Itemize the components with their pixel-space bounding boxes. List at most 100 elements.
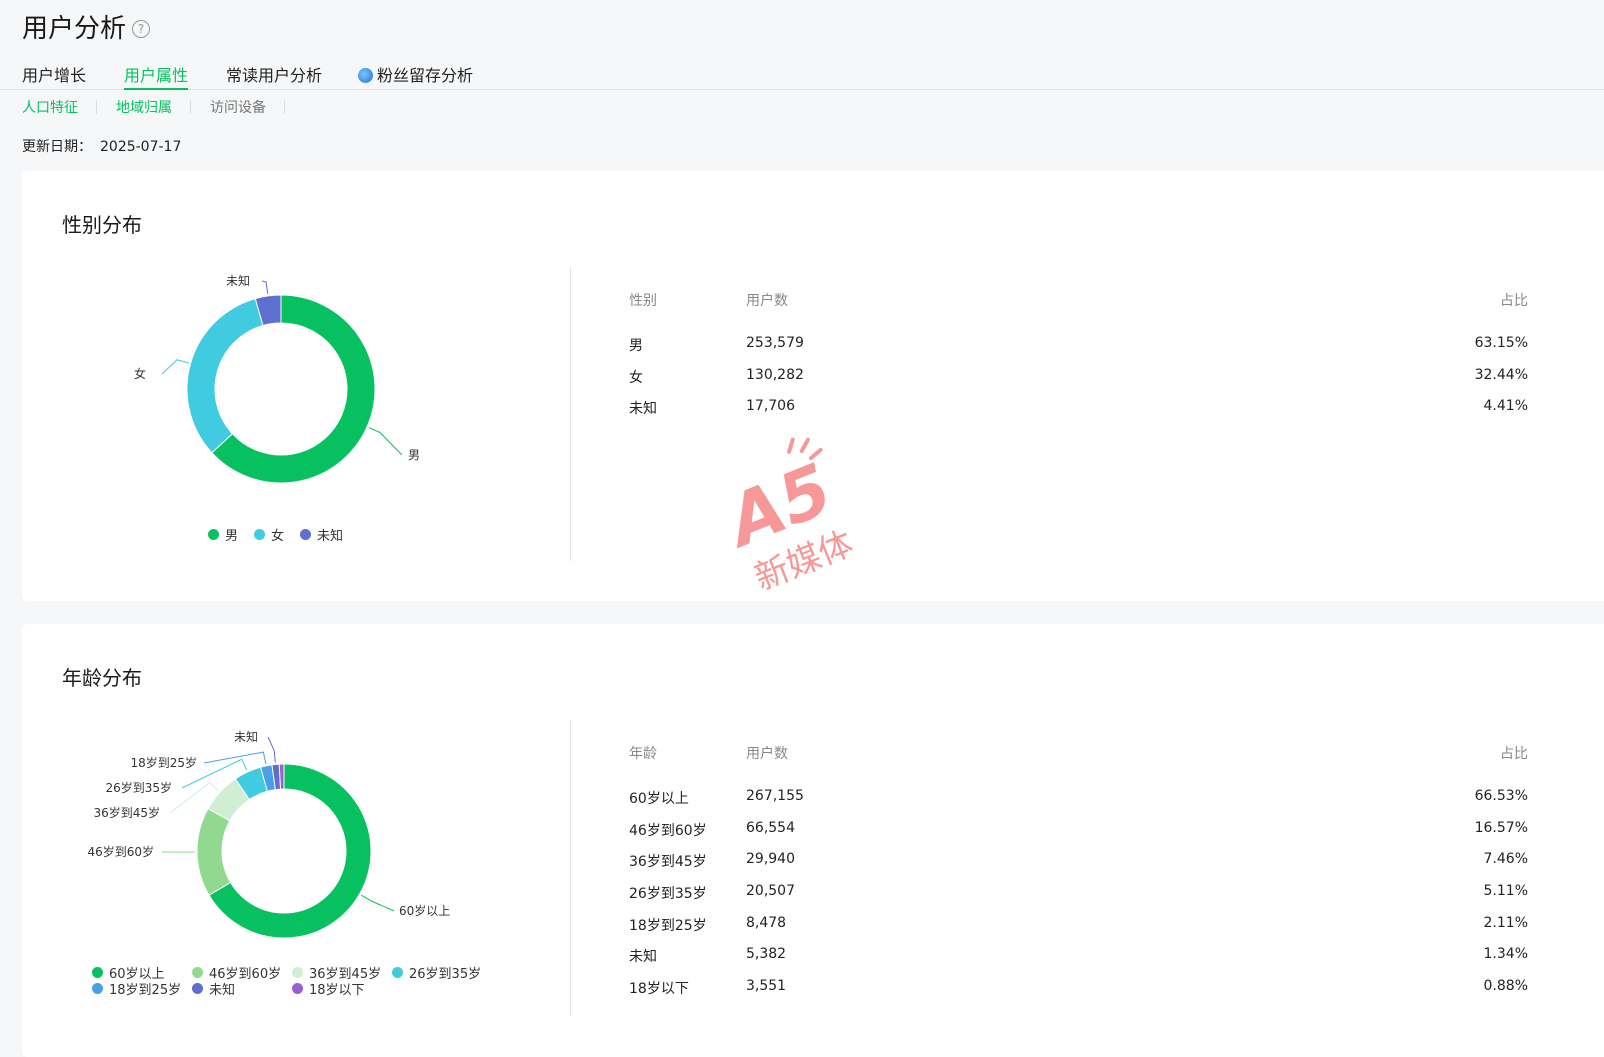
col-header-users: 用户数 — [746, 746, 788, 762]
slice-label: 男 — [408, 448, 420, 462]
table-cell-name: 18岁以下 — [629, 981, 689, 997]
table-cell-name: 女 — [629, 370, 643, 386]
table-cell-name: 26岁到35岁 — [629, 886, 707, 902]
pie-slice[interactable] — [278, 763, 285, 790]
legend-item-under18[interactable]: 18岁以下 — [292, 980, 392, 998]
slice-label: 未知 — [226, 274, 250, 288]
table-cell-name: 未知 — [629, 401, 657, 417]
age-card: 年龄分布 60岁以上 46岁到60岁 36岁到45岁 26岁到35岁 18岁到25岁 未知… — [22, 624, 1604, 1057]
table-cell-pct: 0.88% — [1483, 978, 1528, 994]
label-leader-line — [267, 736, 276, 763]
table-cell-count: 66,554 — [746, 820, 795, 836]
label-leader-line — [368, 427, 403, 456]
legend-dot — [300, 529, 312, 540]
table-cell-pct: 5.11% — [1483, 883, 1528, 899]
subtab-divider — [96, 100, 97, 114]
col-header-share: 占比 — [1500, 293, 1528, 309]
pie-slice[interactable] — [186, 297, 264, 454]
legend-item-male[interactable]: 男 — [208, 525, 238, 544]
table-cell-count: 29,940 — [746, 851, 795, 867]
legend-item-18-25[interactable]: 18岁到25岁 — [92, 980, 192, 998]
table-cell-name: 18岁到25岁 — [629, 918, 707, 934]
legend-label: 未知 — [209, 982, 236, 998]
table-cell-count: 253,579 — [746, 335, 804, 351]
tab-user-growth[interactable]: 用户增长 — [22, 62, 86, 90]
legend-dot — [92, 966, 103, 978]
table-cell-count: 130,282 — [746, 367, 804, 383]
slice-label: 36岁到45岁 — [93, 805, 160, 820]
col-header-gender: 性别 — [629, 293, 657, 309]
table-cell-name: 男 — [629, 338, 643, 354]
legend-label: 18岁到25岁 — [109, 982, 182, 998]
legend-label: 26岁到35岁 — [409, 966, 482, 982]
slice-label: 女 — [134, 366, 146, 381]
col-header-users: 用户数 — [746, 293, 788, 309]
legend-dot — [292, 982, 303, 994]
table-cell-count: 20,507 — [746, 883, 795, 899]
table-cell-count: 17,706 — [746, 398, 795, 414]
legend-dot — [254, 529, 266, 540]
table-cell-count: 5,382 — [746, 946, 787, 962]
card-divider — [570, 720, 571, 1016]
table-cell-pct: 32.44% — [1474, 367, 1528, 383]
col-header-age: 年龄 — [629, 746, 657, 762]
legend-item-unknown[interactable]: 未知 — [192, 980, 292, 998]
table-cell-count: 8,478 — [746, 915, 787, 931]
legend-dot — [392, 966, 403, 978]
legend-dot — [92, 982, 103, 994]
gender-legend: 男 女 未知 — [208, 525, 343, 544]
legend-item-46-60[interactable]: 46岁到60岁 — [192, 964, 292, 982]
legend-dot — [192, 982, 203, 994]
update-date: 更新日期： 2025-07-17 — [22, 136, 181, 156]
legend-dot — [208, 529, 219, 540]
label-leader-line — [261, 280, 269, 294]
legend-item-female[interactable]: 女 — [254, 525, 284, 544]
slice-label: 26岁到35岁 — [105, 780, 172, 795]
legend-label: 18岁以下 — [309, 982, 365, 998]
legend-label: 女 — [271, 529, 285, 544]
fan-retention-icon — [358, 68, 373, 83]
label-leader-line — [161, 359, 189, 375]
table-cell-count: 267,155 — [746, 788, 804, 804]
main-tabs: 用户增长 用户属性 常读用户分析 粉丝留存分析 — [0, 58, 1604, 90]
table-cell-name: 36岁到45岁 — [629, 854, 707, 870]
help-icon[interactable]: ? — [132, 19, 151, 38]
table-cell-pct: 63.15% — [1474, 335, 1528, 351]
subtab-demographics[interactable]: 人口特征 — [22, 97, 78, 117]
table-cell-pct: 66.53% — [1474, 788, 1528, 804]
table-cell-pct: 16.57% — [1474, 820, 1528, 836]
tab-fan-retention-label: 粉丝留存分析 — [377, 66, 474, 85]
pie-slice[interactable] — [196, 807, 232, 896]
page-title-text: 用户分析 — [22, 14, 127, 44]
table-cell-name: 46岁到60岁 — [629, 823, 707, 839]
subtab-divider — [190, 100, 191, 114]
subtab-region[interactable]: 地域归属 — [116, 97, 172, 117]
tab-user-attributes[interactable]: 用户属性 — [124, 62, 189, 90]
slice-label: 18岁到25岁 — [130, 755, 197, 770]
table-cell-pct: 4.41% — [1483, 398, 1528, 414]
table-cell-count: 3,551 — [746, 978, 787, 994]
slice-label: 未知 — [234, 730, 258, 744]
age-legend: 60岁以上 46岁到60岁 36岁到45岁 26岁到35岁 18岁到25岁 未知… — [92, 964, 512, 998]
legend-label: 男 — [225, 529, 239, 544]
table-cell-name: 60岁以上 — [629, 791, 689, 807]
legend-dot — [192, 966, 203, 978]
age-donut-chart: 60岁以上 46岁到60岁 36岁到45岁 26岁到35岁 18岁到25岁 未知 — [87, 730, 450, 939]
tab-frequent-readers[interactable]: 常读用户分析 — [226, 62, 322, 90]
table-cell-pct: 2.11% — [1483, 915, 1528, 931]
col-header-share: 占比 — [1500, 746, 1528, 762]
table-cell-pct: 1.34% — [1483, 946, 1528, 962]
subtab-device[interactable]: 访问设备 — [210, 97, 266, 117]
update-date-value: 2025-07-17 — [100, 139, 182, 155]
table-cell-pct: 7.46% — [1483, 851, 1528, 867]
card-divider — [570, 267, 571, 561]
tab-fan-retention[interactable]: 粉丝留存分析 — [358, 62, 473, 90]
slice-label: 60岁以上 — [399, 903, 450, 918]
legend-item-unknown[interactable]: 未知 — [300, 525, 343, 544]
label-leader-line — [361, 894, 395, 912]
legend-dot — [292, 966, 303, 978]
subtab-divider — [284, 100, 285, 114]
page-title: 用户分析 ? — [22, 8, 151, 45]
legend-item-26-35[interactable]: 26岁到35岁 — [392, 964, 492, 982]
update-label: 更新日期： — [22, 139, 92, 155]
